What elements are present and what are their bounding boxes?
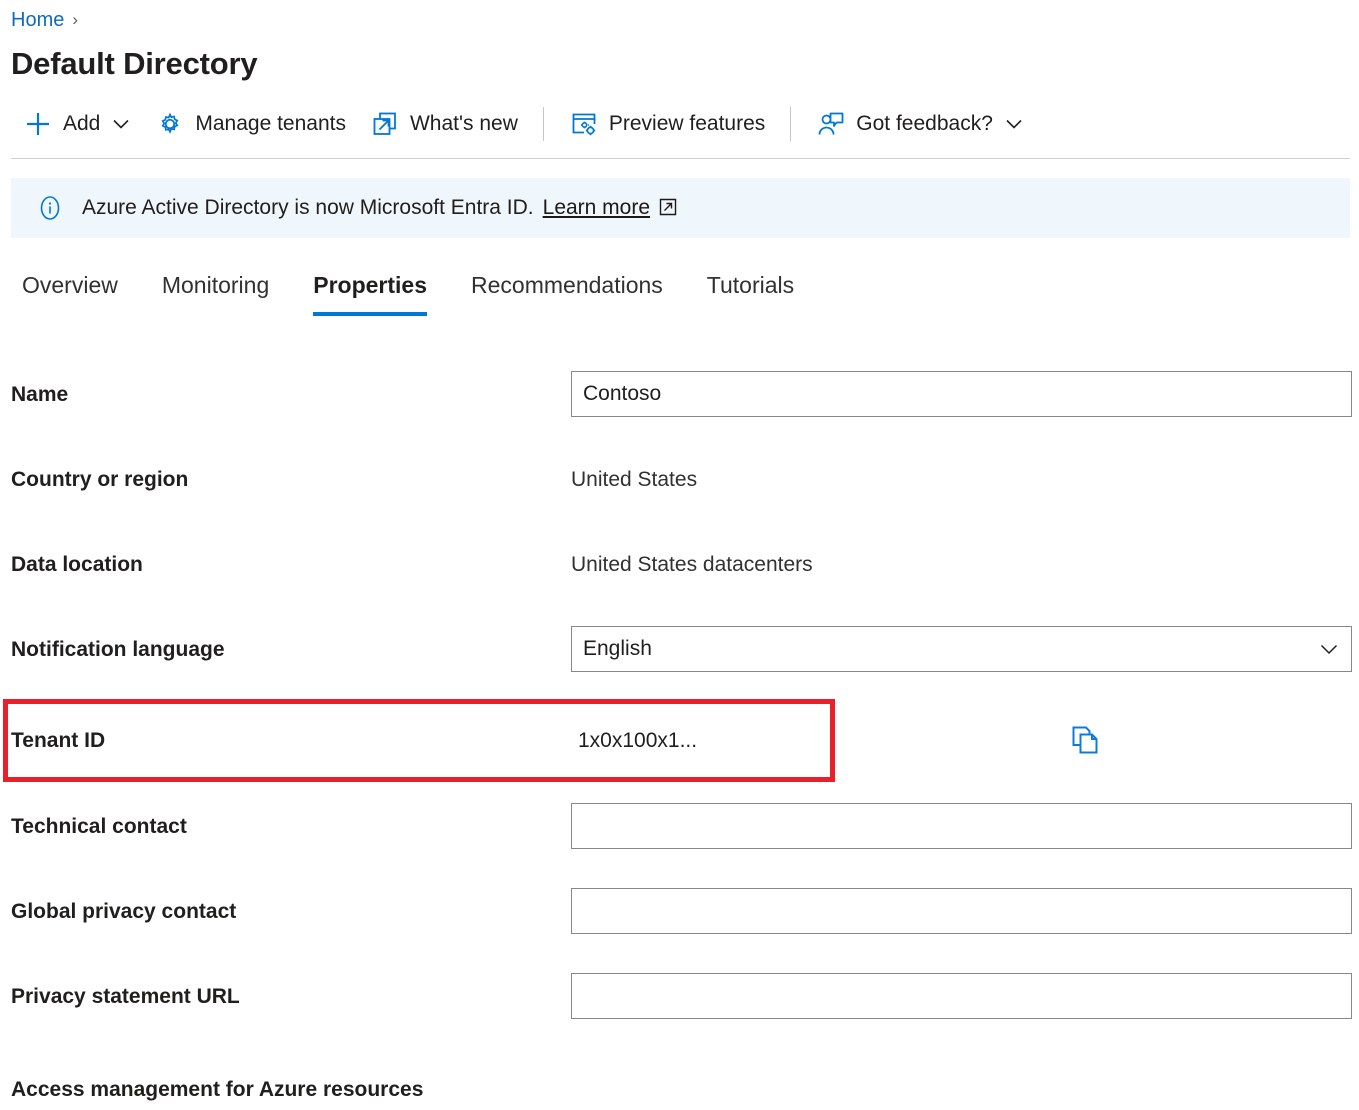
global-privacy-contact-label: Global privacy contact: [11, 900, 237, 923]
privacy-statement-url-input[interactable]: [571, 973, 1352, 1019]
breadcrumb: Home ›: [11, 6, 78, 34]
form-row-notification-language: Notification language English: [0, 610, 1359, 695]
tenant-id-value: 1x0x100x1...: [578, 729, 698, 752]
external-window-icon: [370, 109, 400, 139]
tab-tutorials[interactable]: Tutorials: [685, 262, 816, 316]
chevron-down-icon: [111, 114, 131, 134]
add-button[interactable]: Add: [11, 103, 143, 145]
tab-properties[interactable]: Properties: [291, 262, 449, 316]
copy-tenant-id-button[interactable]: [1063, 719, 1107, 763]
toolbar-divider-1: [542, 107, 544, 141]
notification-language-select[interactable]: English: [571, 626, 1352, 672]
country-or-region-value: United States: [571, 468, 698, 491]
manage-tenants-label: Manage tenants: [195, 112, 346, 135]
plus-icon: [23, 109, 53, 139]
data-location-value: United States datacenters: [571, 553, 813, 576]
toolbar-divider-2: [790, 107, 792, 141]
form-row-country-or-region: Country or region United States: [0, 440, 1359, 525]
preview-features-button[interactable]: Preview features: [557, 103, 777, 145]
tab-bar: Overview Monitoring Properties Recommend…: [0, 262, 1359, 320]
command-bar: Add Manage tenants What's new Preview fe…: [11, 99, 1036, 149]
global-privacy-contact-input[interactable]: [571, 888, 1352, 934]
access-management-section-heading: Access management for Azure resources: [11, 1078, 424, 1101]
breadcrumb-separator-icon: ›: [72, 10, 79, 29]
breadcrumb-home-link[interactable]: Home: [11, 6, 64, 34]
preview-features-icon: [569, 109, 599, 139]
feedback-person-icon: [816, 109, 846, 139]
country-or-region-label: Country or region: [11, 468, 189, 491]
form-row-data-location: Data location United States datacenters: [0, 525, 1359, 610]
chevron-down-icon: [1318, 638, 1340, 660]
got-feedback-button[interactable]: Got feedback?: [804, 103, 1036, 145]
form-row-name: Name: [0, 355, 1359, 440]
got-feedback-label: Got feedback?: [856, 112, 993, 135]
learn-more-link[interactable]: Learn more: [543, 196, 650, 219]
form-row-tenant-id: Tenant ID 1x0x100x1...: [0, 695, 1359, 787]
data-location-label: Data location: [11, 553, 143, 576]
copy-icon: [1068, 723, 1102, 760]
manage-tenants-button[interactable]: Manage tenants: [143, 103, 358, 145]
properties-form: Name Country or region United States Dat…: [0, 355, 1359, 1042]
notification-language-label: Notification language: [11, 638, 225, 661]
name-input[interactable]: [571, 371, 1352, 417]
whats-new-label: What's new: [409, 112, 518, 135]
tenant-id-label: Tenant ID: [11, 729, 106, 752]
form-row-privacy-statement-url: Privacy statement URL: [0, 957, 1359, 1042]
banner-message: Azure Active Directory is now Microsoft …: [82, 196, 534, 219]
form-row-technical-contact: Technical contact: [0, 787, 1359, 872]
chevron-down-icon: [1004, 114, 1024, 134]
entra-rename-banner: Azure Active Directory is now Microsoft …: [11, 178, 1350, 238]
add-button-label: Add: [63, 112, 101, 135]
notification-language-value: English: [583, 637, 652, 660]
tab-overview[interactable]: Overview: [0, 262, 140, 316]
page-title: Default Directory: [11, 46, 258, 81]
tab-recommendations[interactable]: Recommendations: [449, 262, 685, 316]
preview-features-label: Preview features: [608, 112, 766, 135]
tenant-id-highlight-box: [3, 699, 835, 782]
tab-monitoring[interactable]: Monitoring: [140, 262, 291, 316]
banner-text: Azure Active Directory is now Microsoft …: [82, 194, 678, 222]
toolbar-divider-rule: [11, 158, 1350, 159]
technical-contact-input[interactable]: [571, 803, 1352, 849]
info-icon: [36, 194, 64, 222]
form-row-global-privacy-contact: Global privacy contact: [0, 872, 1359, 957]
whats-new-button[interactable]: What's new: [358, 103, 530, 145]
name-label: Name: [11, 383, 69, 406]
technical-contact-label: Technical contact: [11, 815, 187, 838]
external-link-icon[interactable]: [658, 197, 678, 217]
gear-icon: [155, 109, 185, 139]
privacy-statement-url-label: Privacy statement URL: [11, 985, 240, 1008]
